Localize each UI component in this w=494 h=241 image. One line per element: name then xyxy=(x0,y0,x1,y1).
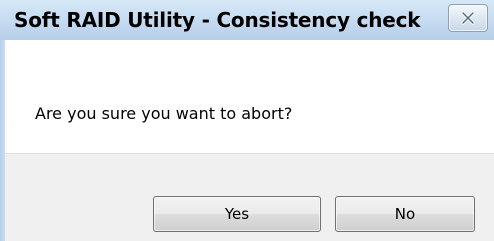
close-icon xyxy=(461,11,475,25)
button-bar: Yes No xyxy=(5,153,494,241)
close-button[interactable] xyxy=(448,4,488,32)
confirmation-message: Are you sure you want to abort? xyxy=(35,104,293,123)
confirm-dialog: Soft RAID Utility - Consistency check Ar… xyxy=(0,0,494,241)
yes-button[interactable]: Yes xyxy=(153,196,321,232)
dialog-title: Soft RAID Utility - Consistency check xyxy=(14,8,421,32)
no-button[interactable]: No xyxy=(335,196,475,232)
message-area: Are you sure you want to abort? xyxy=(5,40,494,153)
title-bar[interactable]: Soft RAID Utility - Consistency check xyxy=(0,0,494,40)
